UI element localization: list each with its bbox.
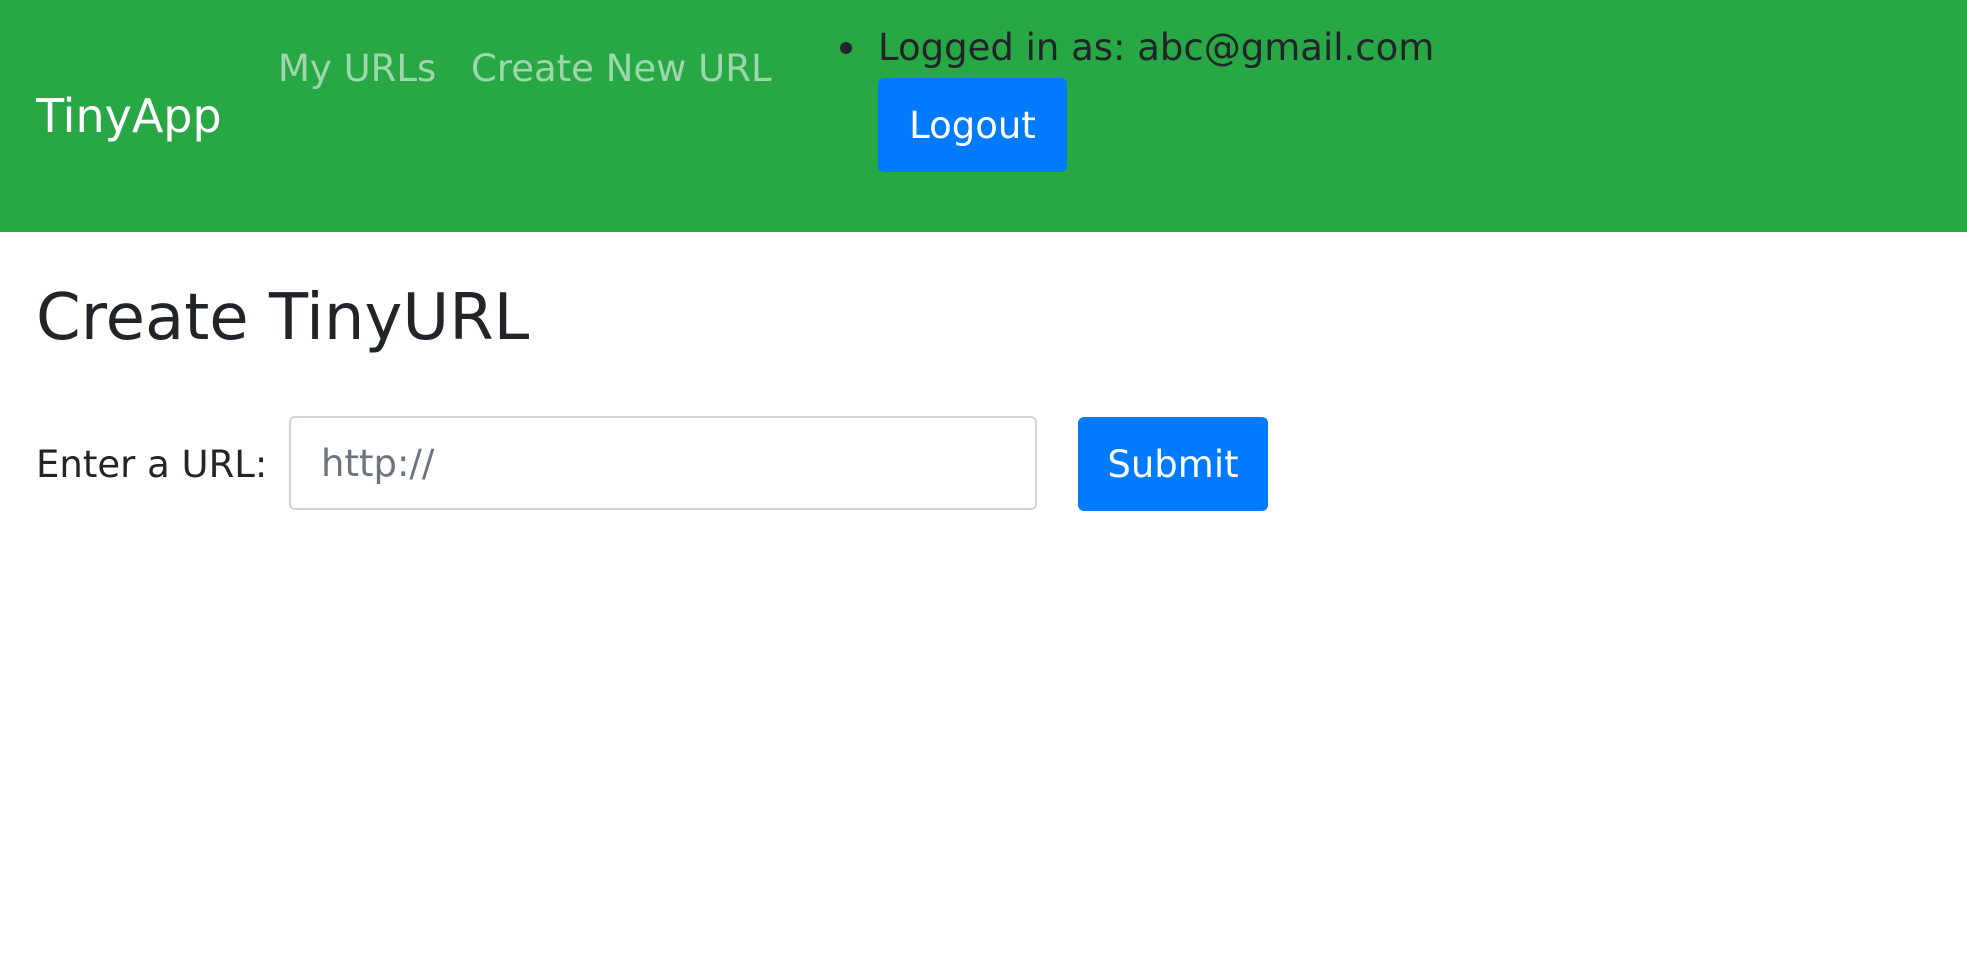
logout-button[interactable]: Logout bbox=[878, 78, 1067, 172]
page-title: Create TinyURL bbox=[36, 281, 530, 355]
submit-button[interactable]: Submit bbox=[1078, 417, 1268, 511]
brand-link[interactable]: TinyApp bbox=[36, 86, 222, 146]
url-input[interactable] bbox=[289, 416, 1037, 510]
url-label: Enter a URL: bbox=[36, 443, 268, 486]
logged-in-text: Logged in as: abc@gmail.com bbox=[878, 26, 1435, 69]
nav-link-create-new-url[interactable]: Create New URL bbox=[471, 44, 772, 94]
list-bullet bbox=[840, 42, 852, 54]
navbar: TinyApp My URLs Create New URL Logged in… bbox=[0, 0, 1967, 232]
nav-link-my-urls[interactable]: My URLs bbox=[278, 44, 436, 94]
